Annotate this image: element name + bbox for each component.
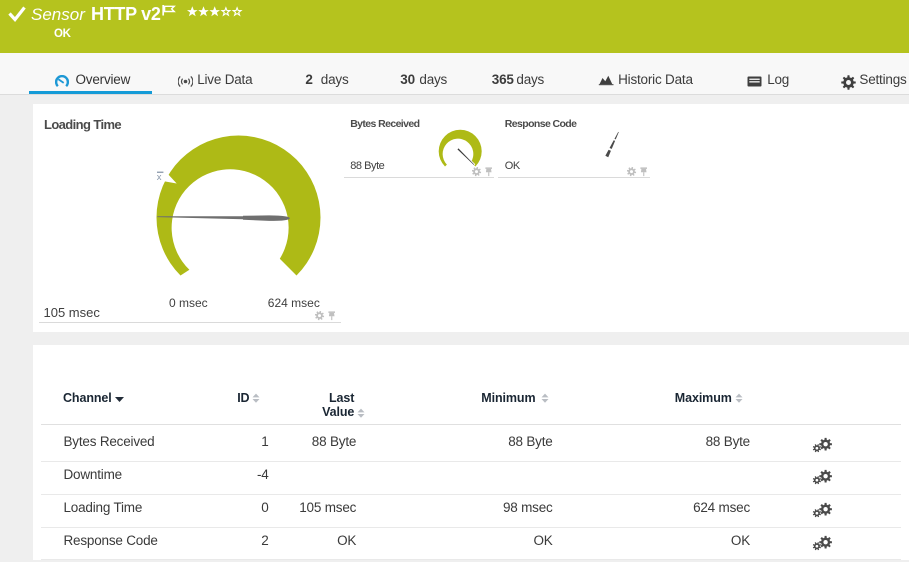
svg-text:x: x: [157, 172, 162, 182]
